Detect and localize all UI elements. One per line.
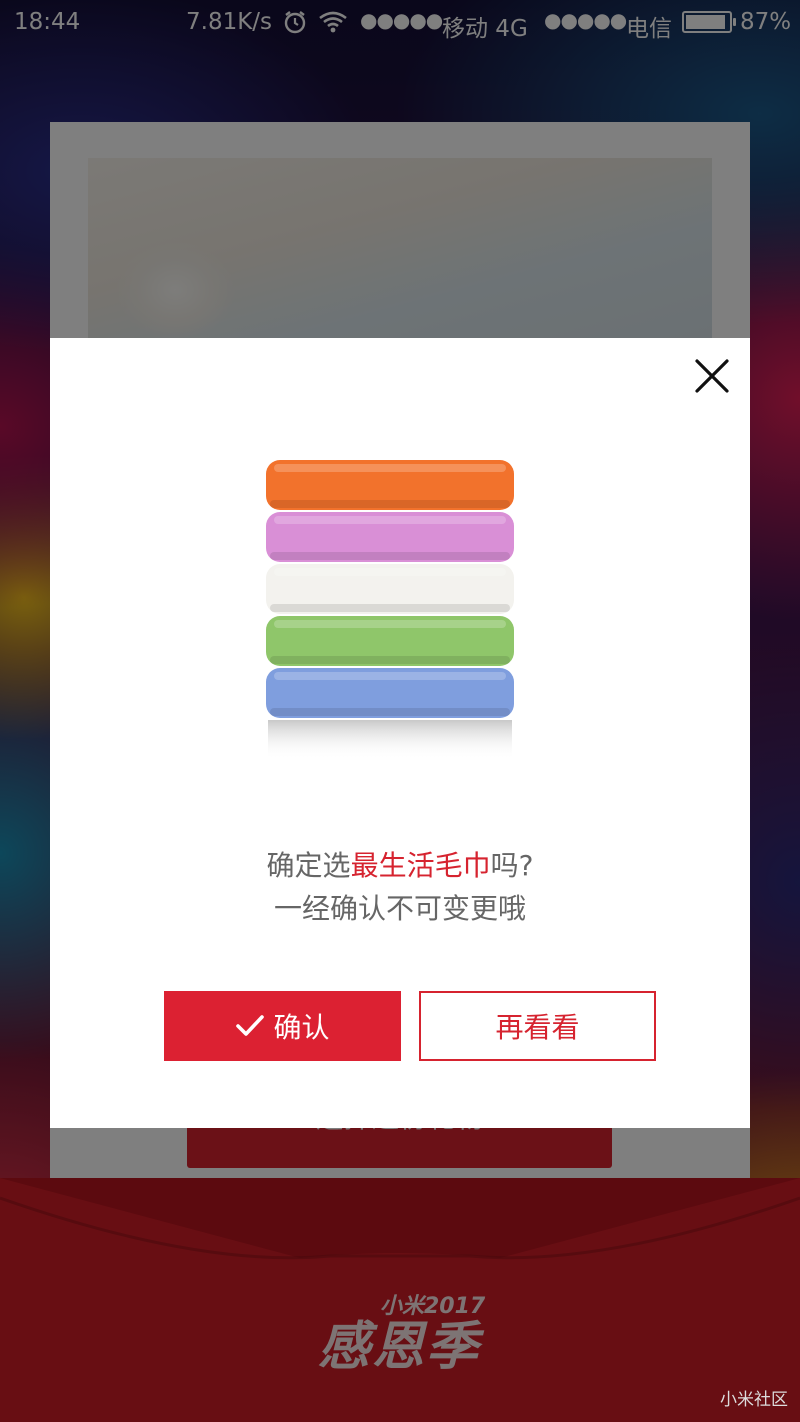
message-suffix: 吗? (490, 849, 534, 882)
towel-1 (266, 460, 514, 510)
confirm-message-line2: 一经确认不可变更哦 (273, 892, 526, 925)
close-icon[interactable] (692, 356, 732, 396)
towel-4 (266, 616, 514, 666)
confirm-message-line1: 确定选最生活毛巾吗? (50, 844, 750, 887)
message-prefix: 确定选 (266, 849, 351, 882)
towel-5 (266, 668, 514, 718)
confirm-gift-dialog: 确定选最生活毛巾吗? 一经确认不可变更哦 确认 再看看 (50, 338, 750, 1128)
towel-shadow (268, 720, 512, 760)
towel-stack-image (260, 454, 520, 774)
watermark: 小米社区 (720, 1390, 788, 1410)
towel-2 (266, 512, 514, 562)
confirm-button[interactable]: 确认 (164, 991, 401, 1061)
towel-3 (266, 564, 514, 614)
checkmark-icon (236, 1015, 265, 1036)
confirm-message: 确定选最生活毛巾吗? 一经确认不可变更哦 (50, 844, 750, 930)
reconsider-button-label: 再看看 (495, 1011, 580, 1044)
confirm-button-label: 确认 (273, 1011, 330, 1044)
reconsider-button[interactable]: 再看看 (419, 991, 656, 1061)
product-name: 最生活毛巾 (350, 849, 491, 882)
